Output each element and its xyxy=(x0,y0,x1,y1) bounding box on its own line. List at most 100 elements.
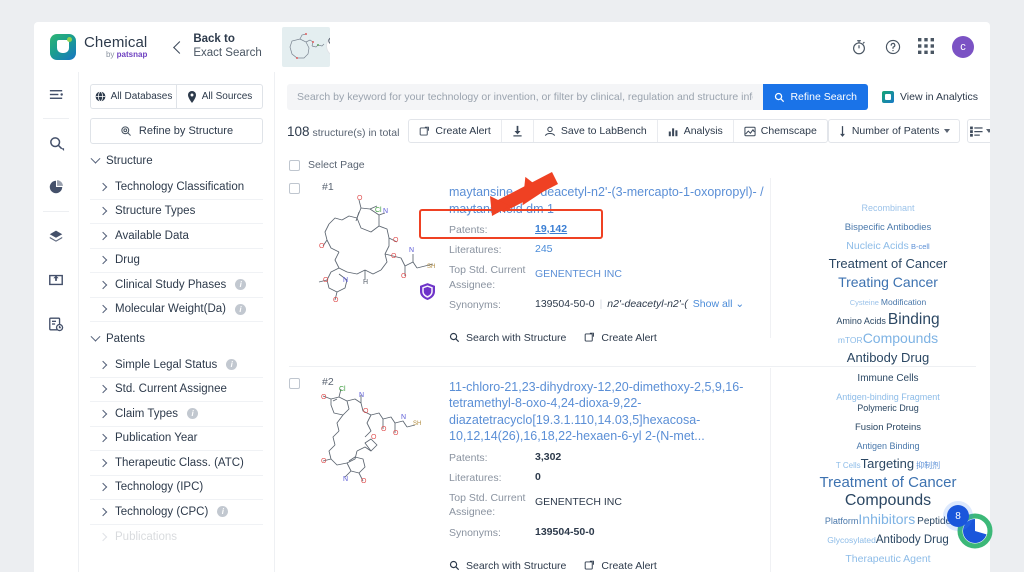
word-cloud-term[interactable]: Amino Acids xyxy=(836,316,886,326)
word-cloud-term[interactable]: Immune Cells xyxy=(857,373,918,384)
word-cloud-term[interactable]: Compounds xyxy=(863,330,939,346)
all-databases-button[interactable]: All Databases xyxy=(90,84,176,109)
result-title[interactable]: 11-chloro-21,23-dihydroxy-12,20-dimethox… xyxy=(449,379,801,445)
filter-structure-types[interactable]: Structure Types xyxy=(90,200,263,224)
word-cloud-term[interactable]: Treatment of Cancer xyxy=(829,256,948,271)
assignee-value[interactable]: GENENTECH INC xyxy=(535,263,622,291)
word-cloud-term[interactable]: Platform xyxy=(825,516,859,526)
filter-available-data[interactable]: Available Data xyxy=(90,224,263,249)
avatar[interactable]: c xyxy=(952,36,974,58)
word-cloud-term[interactable]: Compounds xyxy=(845,492,931,509)
filter-technology-cpc[interactable]: Technology (CPC) i xyxy=(90,500,263,525)
create-alert-button[interactable]: Create Alert xyxy=(584,560,657,572)
back-to-exact-search-link[interactable]: Back to Exact Search xyxy=(173,33,262,61)
chat-assistant-fab[interactable]: 8 xyxy=(947,505,993,551)
patents-count[interactable]: 19,142 xyxy=(535,223,567,237)
create-alert-button[interactable]: Create Alert xyxy=(409,120,502,142)
word-cloud-term[interactable]: B-cell xyxy=(911,242,930,251)
filter-claim-types[interactable]: Claim Types i xyxy=(90,402,263,427)
view-toggle-button[interactable] xyxy=(967,119,990,143)
filter-simple-legal-status[interactable]: Simple Legal Status i xyxy=(90,353,263,378)
info-icon[interactable]: i xyxy=(226,359,238,371)
word-cloud-line: Recombinant xyxy=(788,198,988,217)
filter-section-structure[interactable]: Structure xyxy=(90,144,263,175)
filter-technology-ipc[interactable]: Technology (IPC) xyxy=(90,476,263,500)
filter-label: Available Data xyxy=(115,229,189,242)
word-cloud-term[interactable]: Recombinant xyxy=(861,203,914,213)
filter-molecular-weight[interactable]: Molecular Weight(Da) i xyxy=(90,298,263,322)
word-cloud-term[interactable]: Antibody Drug xyxy=(847,350,929,365)
refine-search-button[interactable]: Refine Search xyxy=(763,84,868,110)
sidebar-item-labbench[interactable] xyxy=(34,258,78,302)
sidebar-item-databases[interactable] xyxy=(34,214,78,258)
select-page-checkbox[interactable] xyxy=(289,159,300,171)
filter-publications-partial[interactable]: Publications xyxy=(90,525,263,550)
info-icon[interactable]: i xyxy=(187,408,199,420)
svg-text:O: O xyxy=(321,458,327,465)
word-cloud-term[interactable]: Cysteine xyxy=(850,298,879,307)
sidebar-item-history[interactable] xyxy=(34,302,78,346)
search-input[interactable] xyxy=(287,84,764,110)
word-cloud-term[interactable]: Inhibitors xyxy=(858,511,915,527)
result-2-structure[interactable]: O Cl N O O O N SH O O O N xyxy=(309,377,441,505)
word-cloud-term[interactable]: Binding xyxy=(888,311,940,328)
result-checkbox[interactable] xyxy=(289,183,300,194)
word-cloud-term[interactable]: Treating Cancer xyxy=(838,274,938,290)
word-cloud-term[interactable]: Antibody Drug xyxy=(876,534,949,546)
show-all-synonyms-link[interactable]: Show all ⌄ xyxy=(693,298,744,310)
sidebar-item-analytics[interactable] xyxy=(34,165,78,209)
patents-count[interactable]: 3,302 xyxy=(535,451,561,465)
word-cloud-term[interactable]: Nucleic Acids xyxy=(846,240,908,252)
word-cloud-term[interactable]: Antigen Binding xyxy=(856,441,919,451)
apps-grid-icon[interactable] xyxy=(918,38,936,56)
word-cloud-term[interactable]: 抑制剂 xyxy=(916,461,940,470)
word-cloud-term[interactable]: Therapeutic Agent xyxy=(845,553,930,565)
word-cloud-term[interactable]: Bispecific Antibodies xyxy=(845,222,932,233)
filter-section-patents[interactable]: Patents xyxy=(90,322,263,353)
filter-clinical-study-phases[interactable]: Clinical Study Phases i xyxy=(90,273,263,298)
result-title[interactable]: maytansine, n2'-deacetyl-n2'-(3-mercapto… xyxy=(449,184,801,217)
word-cloud-term[interactable]: Polymeric Drug xyxy=(857,403,919,413)
info-icon[interactable]: i xyxy=(235,303,246,315)
query-structure-thumbnail[interactable] xyxy=(281,27,330,67)
filter-std-current-assignee[interactable]: Std. Current Assignee xyxy=(90,378,263,402)
info-icon[interactable]: i xyxy=(217,506,229,518)
word-cloud-term[interactable]: Glycosylated xyxy=(827,535,876,545)
download-button[interactable] xyxy=(502,120,534,142)
select-page-row[interactable]: Select Page xyxy=(275,156,990,178)
search-box[interactable]: Refine Search xyxy=(287,84,868,110)
sidebar-item-collapse[interactable] xyxy=(34,72,78,116)
brand-logo[interactable]: Chemical by patsnap xyxy=(50,34,147,60)
info-icon[interactable]: i xyxy=(235,279,247,291)
sort-button[interactable]: Number of Patents xyxy=(827,119,961,143)
result-1-structure[interactable]: Cl O N O O O O N SH O O N H xyxy=(309,182,441,310)
chemscape-button[interactable]: Chemscape xyxy=(734,120,827,142)
result-checkbox[interactable] xyxy=(289,377,300,389)
word-cloud-term[interactable]: Targeting xyxy=(861,456,914,471)
filter-drug[interactable]: Drug xyxy=(90,249,263,273)
literatures-count[interactable]: 245 xyxy=(535,243,553,257)
filter-technology-classification[interactable]: Technology Classification xyxy=(90,175,263,200)
result-2-checkbox-row[interactable] xyxy=(289,377,307,389)
word-cloud-term[interactable]: T Cells xyxy=(836,461,861,470)
filter-publication-year[interactable]: Publication Year xyxy=(90,427,263,451)
sidebar-item-search[interactable] xyxy=(34,121,78,165)
search-with-structure-button[interactable]: Search with Structure xyxy=(449,332,566,344)
filter-therapeutic-class-atc[interactable]: Therapeutic Class. (ATC) xyxy=(90,451,263,476)
word-cloud-term[interactable]: Peptide xyxy=(917,516,951,527)
word-cloud-term[interactable]: Modification xyxy=(881,297,926,307)
word-cloud-term[interactable]: Fusion Proteins xyxy=(855,422,921,433)
analysis-button[interactable]: Analysis xyxy=(658,120,734,142)
create-alert-button[interactable]: Create Alert xyxy=(584,332,657,344)
word-cloud-term[interactable]: Treatment of Cancer xyxy=(820,474,957,491)
search-with-structure-button[interactable]: Search with Structure xyxy=(449,560,566,572)
refine-by-structure-button[interactable]: Refine by Structure xyxy=(90,118,263,144)
view-in-analytics-button[interactable]: View in Analytics xyxy=(881,91,978,103)
help-icon[interactable] xyxy=(884,38,902,56)
save-to-labbench-button[interactable]: Save to LabBench xyxy=(534,120,658,142)
all-sources-button[interactable]: All Sources xyxy=(176,84,263,109)
result-1-checkbox-row[interactable] xyxy=(289,183,307,194)
word-cloud-term[interactable]: mTOR xyxy=(838,335,863,345)
timer-icon[interactable] xyxy=(850,38,868,56)
word-cloud-1[interactable]: Recombinant Bispecific Antibodies Nucleic … xyxy=(788,198,988,406)
